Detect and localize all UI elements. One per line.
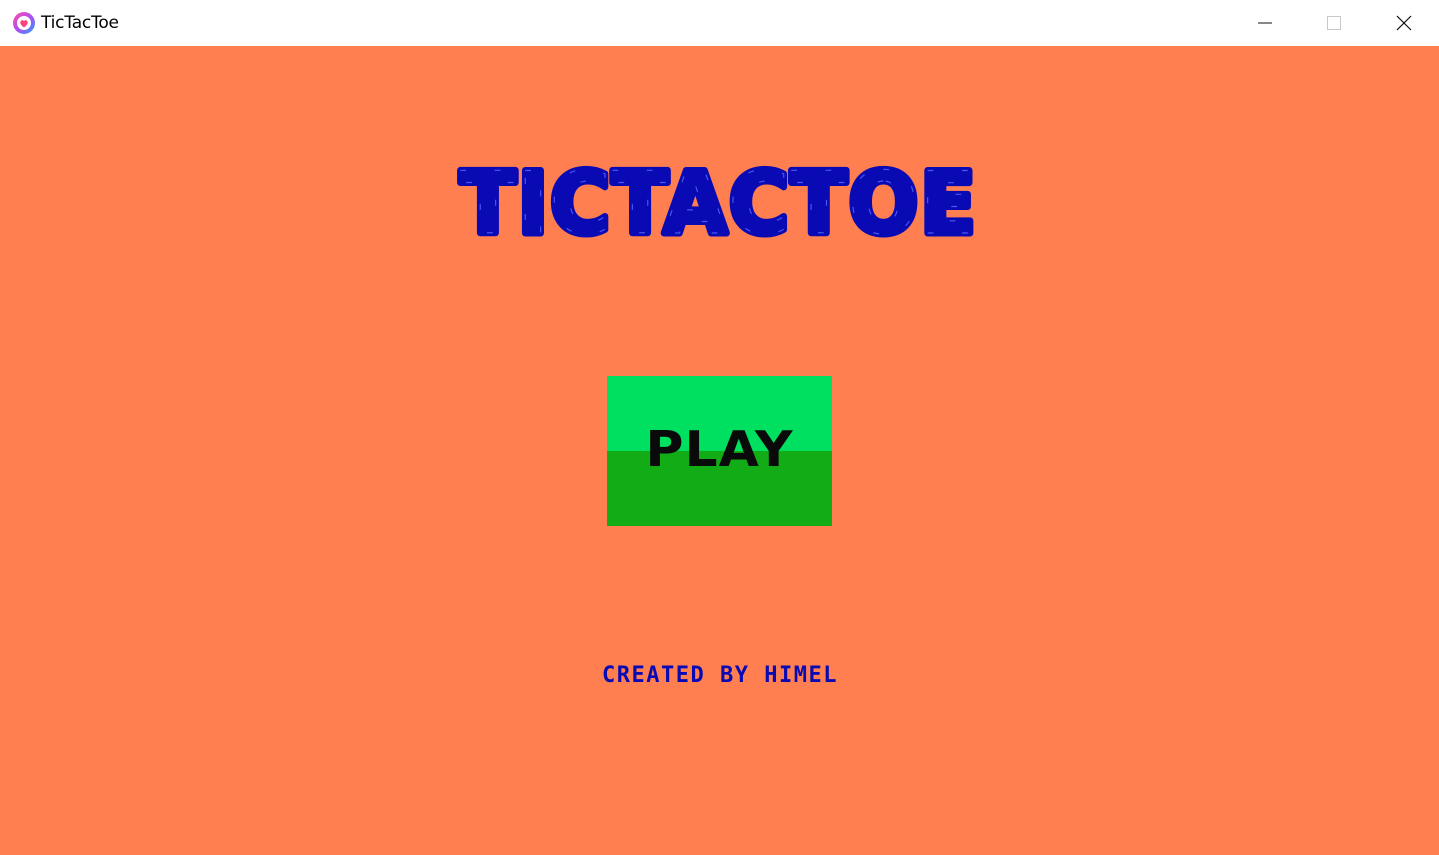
app-logo-icon [12,11,36,35]
title-bar[interactable]: TicTacToe [0,0,1439,46]
minimize-icon [1257,15,1273,31]
game-title: TICTACTOE TICTACTOE [419,151,1019,259]
app-window: TicTacToe TICTACTOE TICTACTOE PLAY CREAT… [0,0,1439,855]
close-icon [1396,15,1412,31]
game-title-shine: TICTACTOE [460,154,978,254]
play-button[interactable]: PLAY [607,376,832,526]
close-button[interactable] [1369,0,1439,46]
play-button-label: PLAY [645,421,794,479]
game-canvas: TICTACTOE TICTACTOE PLAY CREATED BY HIME… [0,46,1439,855]
maximize-button[interactable] [1299,0,1369,46]
minimize-button[interactable] [1230,0,1300,46]
window-title: TicTacToe [41,13,119,33]
credits-text: CREATED BY HIMEL [602,663,838,688]
maximize-icon [1326,15,1342,31]
